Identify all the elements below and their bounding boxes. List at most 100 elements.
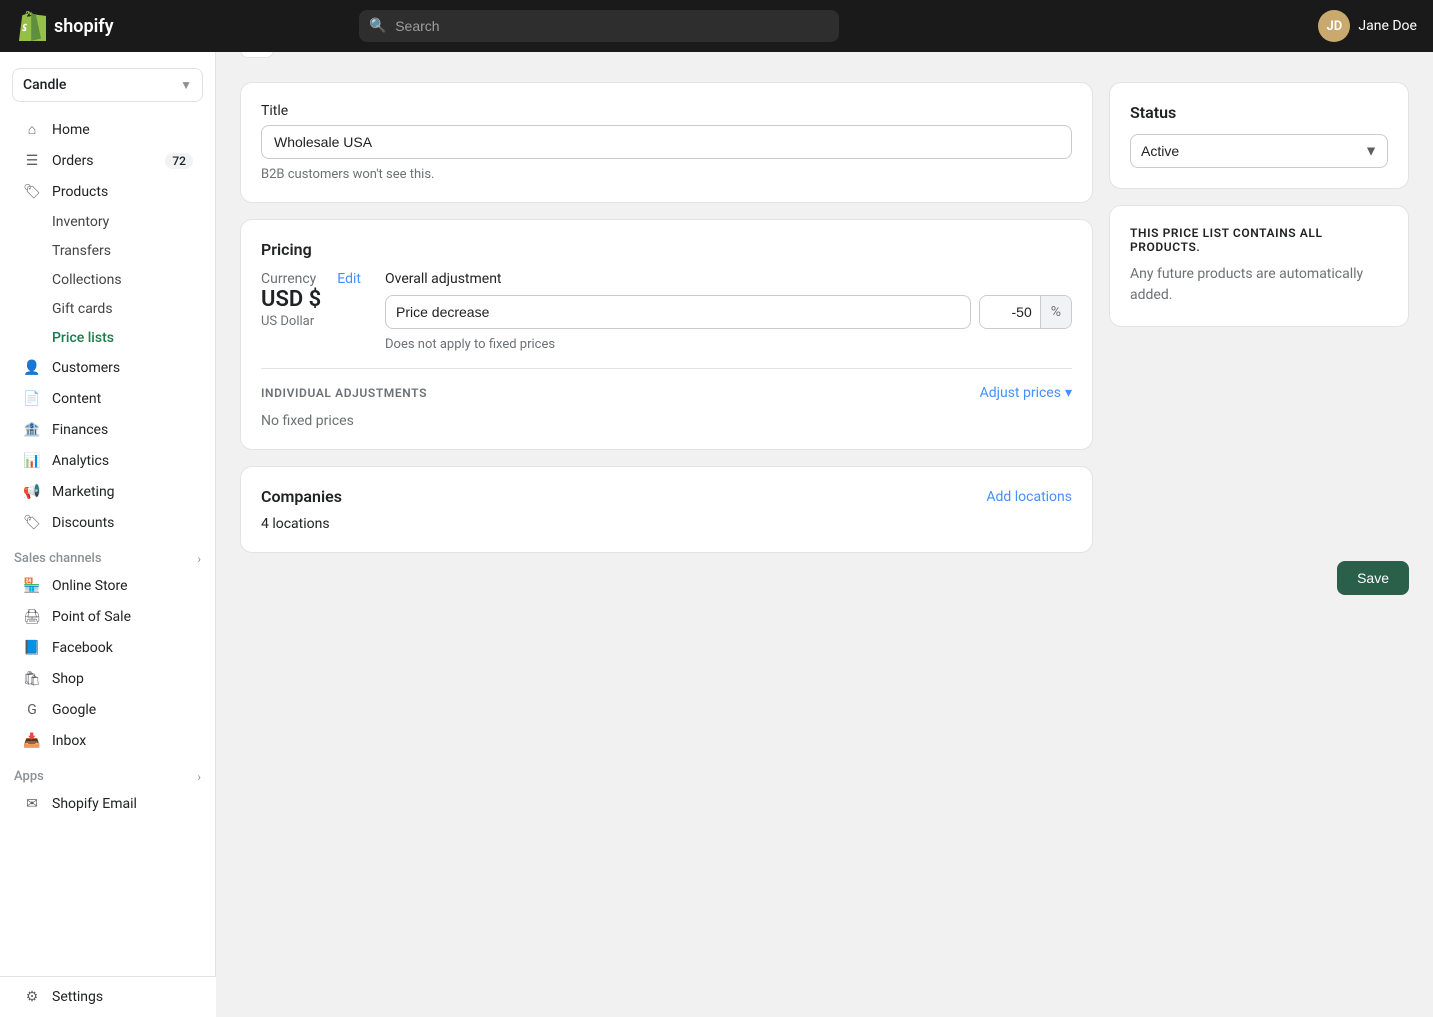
pricing-title: Pricing <box>261 240 1072 259</box>
companies-title: Companies <box>261 487 342 506</box>
sales-channels-label: Sales channels <box>14 551 102 566</box>
sidebar-item-label: Home <box>52 122 90 138</box>
store-selector[interactable]: Candle ▼ <box>12 68 203 102</box>
analytics-icon: 📊 <box>22 453 42 469</box>
currency-header: Currency Edit <box>261 271 361 287</box>
adjustment-value-input[interactable] <box>980 296 1040 328</box>
sidebar-item-orders[interactable]: ☰ Orders 72 <box>8 146 207 176</box>
sales-channels-section[interactable]: Sales channels › <box>0 539 215 570</box>
pos-icon: 🖨 <box>22 609 42 625</box>
right-column: Status Active Draft ▼ THIS PRICE LIST CO… <box>1109 82 1409 553</box>
user-name: Jane Doe <box>1358 18 1417 34</box>
sidebar-item-label: Shop <box>52 671 84 687</box>
store-icon: 🏪 <box>22 578 42 594</box>
no-fixed-prices: No fixed prices <box>261 413 1072 429</box>
sidebar-bottom: ⚙ Settings <box>0 976 216 1017</box>
status-select[interactable]: Active Draft <box>1130 134 1388 168</box>
settings-icon: ⚙ <box>22 989 42 1005</box>
chevron-down-icon: ▾ <box>1065 385 1072 401</box>
adjust-prices-label: Adjust prices <box>980 385 1061 401</box>
sidebar-sub-label: Inventory <box>52 214 109 230</box>
store-name: Candle <box>23 77 66 93</box>
individual-label: INDIVIDUAL ADJUSTMENTS <box>261 386 427 400</box>
currency-name: US Dollar <box>261 314 361 329</box>
sidebar-item-label: Facebook <box>52 640 113 656</box>
add-locations-button[interactable]: Add locations <box>986 489 1072 505</box>
search-input[interactable] <box>359 10 839 42</box>
sidebar-item-discounts[interactable]: 🏷 Discounts <box>8 508 207 538</box>
sidebar-item-shop[interactable]: 🛍 Shop <box>8 664 207 694</box>
orders-icon: ☰ <box>22 153 42 169</box>
sidebar-item-analytics[interactable]: 📊 Analytics <box>8 446 207 476</box>
sidebar-item-label: Finances <box>52 422 108 438</box>
sidebar-sub-label: Transfers <box>52 243 111 259</box>
content-icon: 📄 <box>22 391 42 407</box>
sidebar-item-label: Analytics <box>52 453 109 469</box>
content-grid: Title B2B customers won't see this. Pric… <box>240 82 1409 553</box>
sidebar-sub-price-lists[interactable]: Price lists <box>8 324 207 352</box>
adjustment-unit: % <box>1040 296 1071 328</box>
adjustment-type-select[interactable]: Price decrease Price increase <box>385 295 971 329</box>
sidebar-item-customers[interactable]: 👤 Customers <box>8 353 207 383</box>
sidebar-item-label: Orders <box>52 153 94 169</box>
marketing-icon: 📢 <box>22 484 42 500</box>
sidebar-item-facebook[interactable]: 📘 Facebook <box>8 633 207 663</box>
sidebar-item-label: Discounts <box>52 515 114 531</box>
sidebar-item-products[interactable]: 🏷 Products <box>8 177 207 207</box>
sidebar-item-settings[interactable]: ⚙ Settings <box>8 982 208 1012</box>
currency-edit-button[interactable]: Edit <box>337 271 361 287</box>
currency-label: Currency <box>261 271 316 287</box>
sidebar-item-label: Google <box>52 702 96 718</box>
locations-count: 4 locations <box>261 516 1072 532</box>
sidebar-item-label: Content <box>52 391 101 407</box>
sidebar-item-point-of-sale[interactable]: 🖨 Point of Sale <box>8 602 207 632</box>
sidebar-item-inbox[interactable]: 📥 Inbox <box>8 726 207 756</box>
sidebar-sub-gift-cards[interactable]: Gift cards <box>8 295 207 323</box>
info-card: THIS PRICE LIST CONTAINS ALL PRODUCTS. A… <box>1109 205 1409 327</box>
main-content: ← Wholesale USA Active Title B2B custome… <box>216 0 1433 965</box>
sidebar-item-label: Point of Sale <box>52 609 131 625</box>
sidebar-sub-label: Collections <box>52 272 122 288</box>
sidebar-item-label: Online Store <box>52 578 128 594</box>
save-button[interactable]: Save <box>1337 561 1409 595</box>
pricing-card: Pricing Currency Edit USD $ US Dollar Ov… <box>240 219 1093 450</box>
title-input[interactable] <box>261 125 1072 159</box>
sidebar-sub-collections[interactable]: Collections <box>8 266 207 294</box>
sidebar-item-label: Inbox <box>52 733 86 749</box>
discounts-icon: 🏷 <box>22 515 42 531</box>
sidebar-item-home[interactable]: ⌂ Home <box>8 114 207 145</box>
products-icon: 🏷 <box>22 184 42 200</box>
adjust-prices-button[interactable]: Adjust prices ▾ <box>980 385 1072 401</box>
finances-icon: 🏦 <box>22 422 42 438</box>
sidebar: Candle ▼ ⌂ Home ☰ Orders 72 🏷 Products I… <box>0 52 216 1017</box>
status-card: Status Active Draft ▼ <box>1109 82 1409 189</box>
sidebar-item-finances[interactable]: 🏦 Finances <box>8 415 207 445</box>
sidebar-item-content[interactable]: 📄 Content <box>8 384 207 414</box>
sidebar-sub-inventory[interactable]: Inventory <box>8 208 207 236</box>
avatar: JD <box>1318 10 1350 42</box>
topbar: shopify 🔍 JD Jane Doe <box>0 0 1433 52</box>
status-title: Status <box>1130 103 1388 122</box>
currency-col: Currency Edit USD $ US Dollar <box>261 271 361 329</box>
left-column: Title B2B customers won't see this. Pric… <box>240 82 1093 553</box>
customers-icon: 👤 <box>22 360 42 376</box>
home-icon: ⌂ <box>22 121 42 138</box>
sidebar-item-google[interactable]: G Google <box>8 695 207 725</box>
sidebar-item-label: Products <box>52 184 108 200</box>
apps-section[interactable]: Apps › <box>0 757 215 788</box>
sidebar-sub-transfers[interactable]: Transfers <box>8 237 207 265</box>
sidebar-item-shopify-email[interactable]: ✉ Shopify Email <box>8 789 207 819</box>
apps-arrow: › <box>197 770 201 784</box>
email-icon: ✉ <box>22 796 42 812</box>
adjustment-row: Price decrease Price increase % <box>385 295 1072 329</box>
sidebar-item-marketing[interactable]: 📢 Marketing <box>8 477 207 507</box>
overall-adj-label: Overall adjustment <box>385 271 1072 287</box>
title-label: Title <box>261 103 1072 119</box>
sidebar-item-online-store[interactable]: 🏪 Online Store <box>8 571 207 601</box>
adjustment-hint: Does not apply to fixed prices <box>385 337 1072 352</box>
search-bar[interactable]: 🔍 <box>359 10 839 42</box>
apps-label: Apps <box>14 769 44 784</box>
currency-amount: USD $ <box>261 287 361 312</box>
sidebar-sub-label: Gift cards <box>52 301 113 317</box>
user-menu[interactable]: JD Jane Doe <box>1318 10 1417 42</box>
